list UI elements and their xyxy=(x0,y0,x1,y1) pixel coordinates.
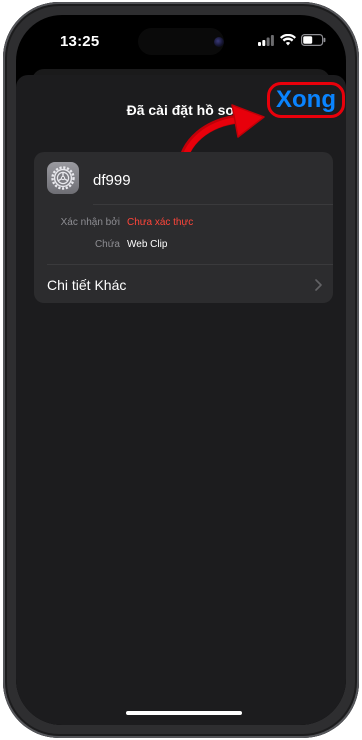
contains-label: Chứa xyxy=(94,239,120,250)
done-button[interactable]: Xong xyxy=(267,82,345,118)
divider xyxy=(93,204,333,205)
dynamic-island xyxy=(138,28,224,55)
verified-by-value: Chưa xác thực xyxy=(127,217,194,228)
more-details-row[interactable]: Chi tiết Khác xyxy=(34,265,333,303)
phone-frame: 13:25 Đã cài đặt hồ sơ Xong df999 Xác nh… xyxy=(3,2,359,738)
more-details-label: Chi tiết Khác xyxy=(47,277,127,293)
settings-gear-icon xyxy=(47,162,79,194)
wifi-icon xyxy=(280,34,296,46)
profile-card: df999 Xác nhận bởi Chưa xác thực Chứa We… xyxy=(34,152,333,303)
cellular-signal-icon xyxy=(258,35,274,46)
chevron-right-icon xyxy=(315,279,322,291)
profile-installed-sheet: Đã cài đặt hồ sơ Xong df999 Xác nhận bởi… xyxy=(16,75,346,725)
home-indicator[interactable] xyxy=(126,711,242,715)
profile-name: df999 xyxy=(93,172,131,189)
status-bar: 13:25 xyxy=(16,15,346,67)
verified-by-label: Xác nhận bởi xyxy=(60,217,120,228)
contains-value: Web Clip xyxy=(127,239,168,250)
screen: 13:25 Đã cài đặt hồ sơ Xong df999 Xác nh… xyxy=(16,15,346,725)
status-time: 13:25 xyxy=(60,33,100,50)
camera-icon xyxy=(214,37,224,47)
battery-icon xyxy=(301,34,326,46)
